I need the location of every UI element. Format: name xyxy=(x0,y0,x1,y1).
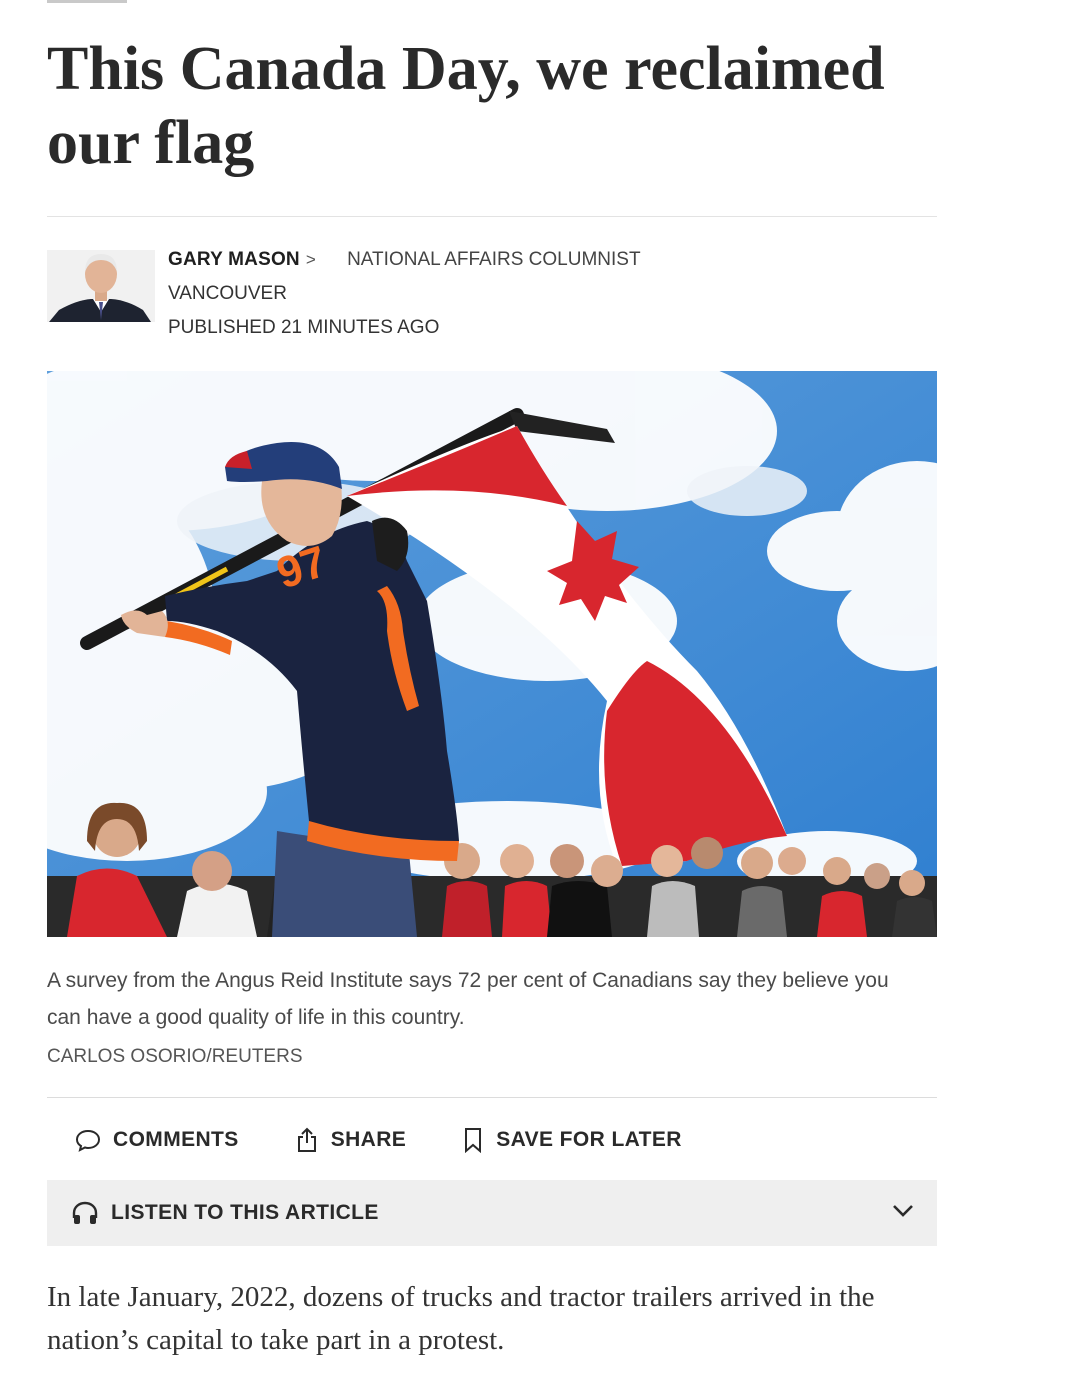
share-button[interactable]: SHARE xyxy=(295,1127,407,1153)
image-caption: A survey from the Angus Reid Institute s… xyxy=(47,969,889,1029)
headphones-icon xyxy=(71,1200,99,1226)
chevron-down-icon[interactable] xyxy=(891,1202,915,1223)
divider xyxy=(47,216,937,217)
dateline-location: VANCOUVER xyxy=(168,283,287,304)
section-label-rule xyxy=(47,0,127,3)
bookmark-icon xyxy=(465,1128,482,1153)
author-avatar[interactable] xyxy=(47,250,155,322)
author-name-link[interactable]: GARY MASON xyxy=(168,249,300,270)
save-for-later-button[interactable]: SAVE FOR LATER xyxy=(462,1127,682,1153)
speech-bubble-icon xyxy=(75,1129,101,1152)
byline: GARY MASON > NATIONAL AFFAIRS COLUMNIST V… xyxy=(47,248,937,348)
published-time: PUBLISHED 21 MINUTES AGO xyxy=(168,317,440,338)
listen-label: LISTEN TO THIS ARTICLE xyxy=(111,1201,379,1224)
listen-to-article-bar[interactable]: LISTEN TO THIS ARTICLE xyxy=(47,1180,937,1246)
chevron-right-icon[interactable]: > xyxy=(306,250,316,269)
share-label: SHARE xyxy=(330,1128,407,1151)
photo-credit: CARLOS OSORIO/REUTERS xyxy=(47,1046,303,1067)
hero-photo[interactable]: 97 xyxy=(47,371,937,937)
author-meta: GARY MASON > NATIONAL AFFAIRS COLUMNIST V… xyxy=(168,248,641,350)
divider xyxy=(47,1097,937,1098)
author-role: NATIONAL AFFAIRS COLUMNIST xyxy=(347,249,641,270)
comments-button[interactable]: COMMENTS xyxy=(75,1128,239,1152)
article-actions: COMMENTS SHARE SAVE FOR LATER xyxy=(47,1120,937,1160)
share-icon xyxy=(297,1127,316,1152)
save-for-later-label: SAVE FOR LATER xyxy=(496,1128,682,1151)
lead-paragraph: In late January, 2022, dozens of trucks … xyxy=(47,1281,875,1356)
comments-label: COMMENTS xyxy=(113,1128,239,1151)
article-headline: This Canada Day, we reclaimed our flag xyxy=(47,35,885,177)
